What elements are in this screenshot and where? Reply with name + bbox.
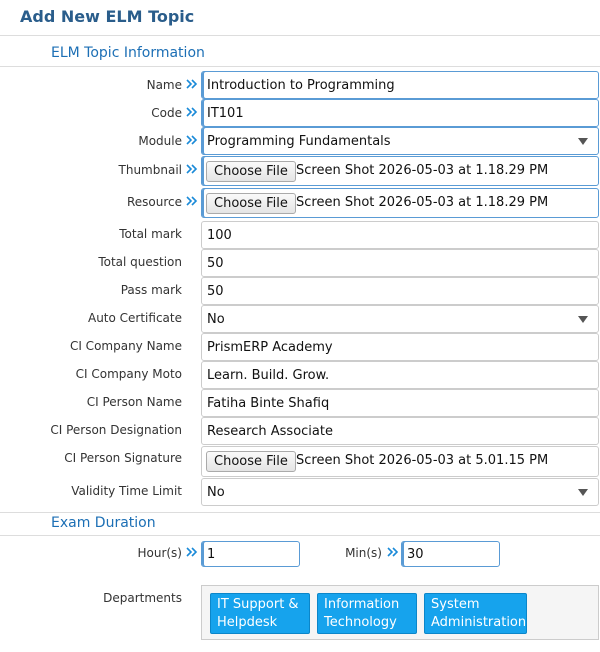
auto-certificate-label: Auto Certificate — [87, 311, 182, 325]
resource-row: Resource Choose File Screen Shot 2026-05… — [0, 188, 600, 218]
double-chevron-right-icon — [186, 106, 198, 120]
hours-input[interactable]: 1 — [201, 541, 300, 567]
double-chevron-right-icon — [387, 546, 399, 560]
duration-row: Hour(s) 1 Min(s) 30 — [0, 541, 600, 567]
double-chevron-right-icon — [186, 163, 198, 177]
signature-choose-file-button[interactable]: Choose File — [206, 451, 296, 472]
thumbnail-label: Thumbnail — [118, 163, 182, 177]
double-chevron-right-icon — [186, 78, 198, 92]
code-row: Code IT101 — [0, 99, 600, 127]
mins-label: Min(s) — [345, 546, 382, 560]
section-exam-duration: Exam Duration — [0, 512, 600, 536]
caret-down-icon — [578, 138, 588, 145]
auto-certificate-select[interactable]: No — [201, 305, 599, 333]
department-chip-system-administration[interactable]: System Administration — [424, 593, 527, 634]
module-row: Module Programming Fundamentals — [0, 127, 600, 155]
resource-file-input: Choose File Screen Shot 2026-05-03 at 1.… — [201, 188, 599, 218]
ci-company-moto-row: CI Company Moto Learn. Build. Grow. — [0, 361, 600, 389]
ci-person-signature-row: CI Person Signature Choose File Screen S… — [0, 445, 600, 477]
ci-person-name-input[interactable]: Fatiha Binte Shafiq — [201, 389, 599, 417]
resource-choose-file-button[interactable]: Choose File — [206, 193, 296, 214]
name-label: Name — [146, 78, 182, 92]
ci-person-signature-file-input: Choose File Screen Shot 2026-05-03 at 5.… — [201, 446, 599, 477]
thumbnail-file-input: Choose File Screen Shot 2026-05-03 at 1.… — [201, 156, 599, 186]
caret-down-icon — [578, 489, 588, 496]
module-select[interactable]: Programming Fundamentals — [201, 127, 599, 155]
ci-person-designation-input[interactable]: Research Associate — [201, 417, 599, 445]
total-question-row: Total question 50 — [0, 249, 600, 277]
auto-certificate-row: Auto Certificate No — [0, 305, 600, 333]
double-chevron-right-icon — [186, 134, 198, 148]
total-question-input[interactable]: 50 — [201, 249, 599, 277]
thumbnail-choose-file-button[interactable]: Choose File — [206, 161, 296, 182]
department-chip-information-technology[interactable]: Information Technology — [317, 593, 417, 634]
total-mark-input[interactable]: 100 — [201, 221, 599, 249]
pass-mark-label: Pass mark — [120, 283, 182, 297]
mins-input[interactable]: 30 — [401, 541, 500, 567]
validity-time-limit-select[interactable]: No — [201, 478, 599, 506]
ci-company-name-label: CI Company Name — [69, 339, 182, 353]
ci-company-name-row: CI Company Name PrismERP Academy — [0, 333, 600, 361]
total-question-label: Total question — [98, 255, 182, 269]
total-mark-label: Total mark — [119, 227, 182, 241]
resource-label: Resource — [126, 195, 182, 209]
pass-mark-input[interactable]: 50 — [201, 277, 599, 305]
thumbnail-filename: Screen Shot 2026-05-03 at 1.18.29 PM — [296, 163, 549, 178]
resource-filename: Screen Shot 2026-05-03 at 1.18.29 PM — [296, 195, 549, 210]
name-input[interactable]: Introduction to Programming — [201, 71, 599, 99]
ci-person-signature-label: CI Person Signature — [64, 451, 182, 465]
departments-picker: IT Support & Helpdesk Information Techno… — [201, 585, 599, 640]
caret-down-icon — [578, 316, 588, 323]
departments-label: Departments — [103, 591, 182, 605]
ci-person-designation-label: CI Person Designation — [50, 423, 182, 437]
hours-label: Hour(s) — [137, 546, 182, 560]
pass-mark-row: Pass mark 50 — [0, 277, 600, 305]
validity-time-limit-label: Validity Time Limit — [71, 484, 182, 498]
section-topic-info: ELM Topic Information — [0, 43, 600, 67]
name-row: Name Introduction to Programming — [0, 71, 600, 99]
ci-company-name-input[interactable]: PrismERP Academy — [201, 333, 599, 361]
double-chevron-right-icon — [186, 195, 198, 209]
page-title: Add New ELM Topic — [0, 0, 600, 36]
ci-person-name-row: CI Person Name Fatiha Binte Shafiq — [0, 389, 600, 417]
department-chip-it-support[interactable]: IT Support & Helpdesk — [210, 593, 310, 634]
code-label: Code — [151, 106, 182, 120]
ci-company-moto-input[interactable]: Learn. Build. Grow. — [201, 361, 599, 389]
total-mark-row: Total mark 100 — [0, 221, 600, 249]
code-input[interactable]: IT101 — [201, 99, 599, 127]
double-chevron-right-icon — [186, 546, 198, 560]
signature-filename: Screen Shot 2026-05-03 at 5.01.15 PM — [296, 453, 549, 468]
ci-company-moto-label: CI Company Moto — [75, 367, 182, 381]
thumbnail-row: Thumbnail Choose File Screen Shot 2026-0… — [0, 156, 600, 186]
validity-time-limit-row: Validity Time Limit No — [0, 478, 600, 506]
ci-person-name-label: CI Person Name — [86, 395, 182, 409]
ci-person-designation-row: CI Person Designation Research Associate — [0, 417, 600, 445]
module-label: Module — [138, 134, 182, 148]
